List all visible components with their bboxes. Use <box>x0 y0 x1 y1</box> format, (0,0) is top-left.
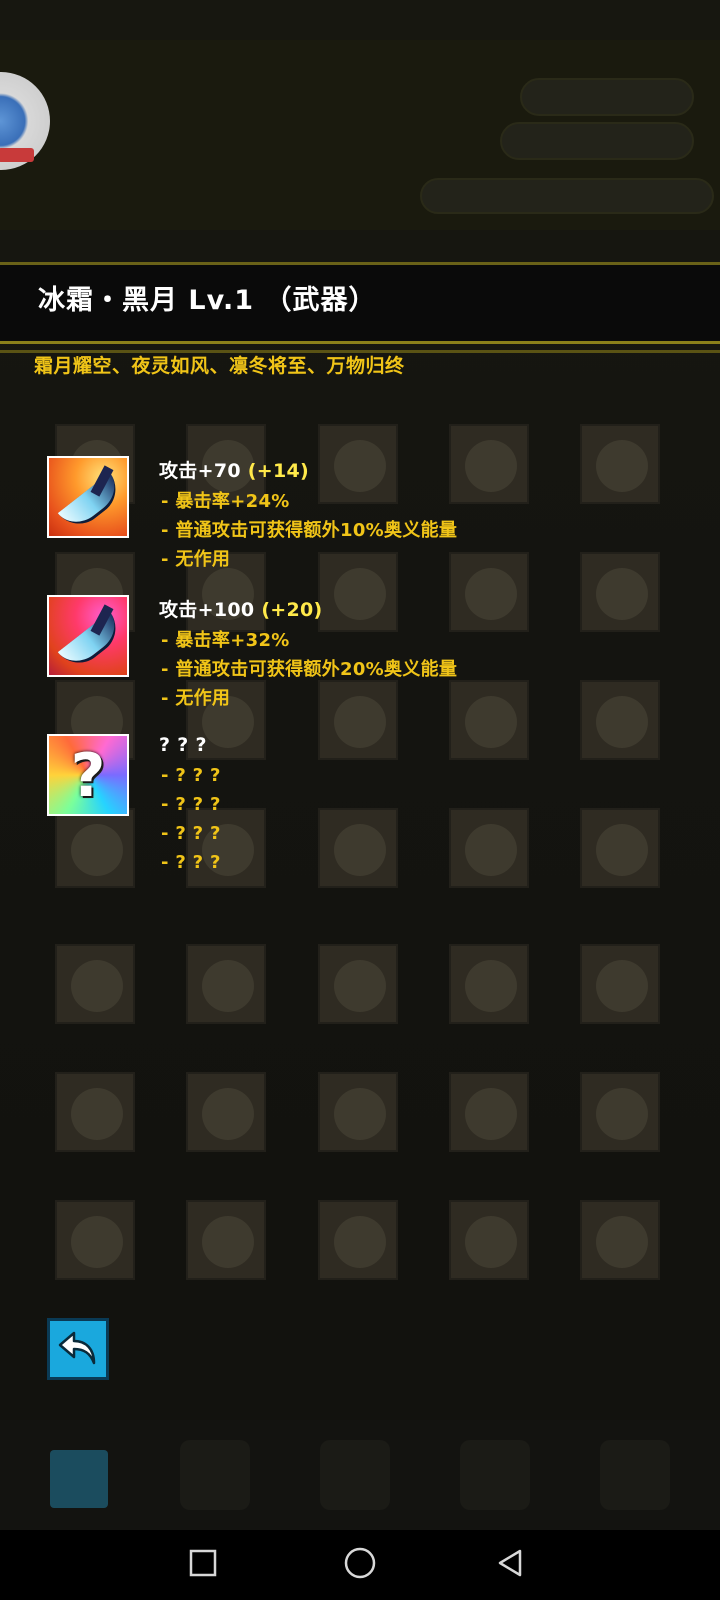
recent-apps-icon[interactable] <box>188 1548 218 1578</box>
back-nav-icon[interactable] <box>495 1548 525 1578</box>
frost-blade-icon <box>47 595 129 677</box>
tier-stat-line: - 暴击率+24% <box>161 491 290 512</box>
tier-stat-line: - 暴击率+32% <box>161 630 290 651</box>
item-flavor-text: 霜月耀空、夜灵如风、凛冬将至、万物归终 <box>34 355 405 377</box>
tier-attack-line: 攻击+100 (+20) <box>159 595 323 622</box>
avatar-badge <box>0 148 34 162</box>
tier-stat-line: - 无作用 <box>161 549 231 570</box>
background-currency-pill <box>520 78 694 116</box>
frost-blade-icon <box>47 456 129 538</box>
tier-stat-line: - 普通攻击可获得额外10%奥义能量 <box>161 520 458 541</box>
background-nav-slot <box>180 1440 250 1510</box>
back-arrow-icon <box>58 1331 96 1365</box>
attack-value: 攻击+70 <box>159 460 241 482</box>
attack-bonus: (+20) <box>261 599 323 621</box>
attack-value: ? ? ? <box>159 734 207 756</box>
tier-stat-line: - ? ? ? <box>161 852 221 873</box>
home-icon[interactable] <box>343 1546 377 1580</box>
tier-attack-line: 攻击+70 (+14) <box>159 456 309 483</box>
background-nav-slot <box>460 1440 530 1510</box>
unknown-item-icon: ? <box>47 734 129 816</box>
tier-stat-line: - 无作用 <box>161 688 231 709</box>
tier-attack-line: ? ? ? <box>159 734 207 756</box>
background-back-button <box>50 1450 108 1508</box>
background-nav-slot <box>600 1440 670 1510</box>
back-button[interactable] <box>47 1318 109 1380</box>
item-title: 冰霜・黑月 Lv.1 （武器） <box>38 285 377 316</box>
attack-bonus: (+14) <box>247 460 310 482</box>
tier-stat-line: - ? ? ? <box>161 823 221 844</box>
tier-stat-line: - ? ? ? <box>161 765 221 786</box>
tier-stat-line: - ? ? ? <box>161 794 221 815</box>
background-power-pill <box>420 178 714 214</box>
tier-stat-line: - 普通攻击可获得额外20%奥义能量 <box>161 659 458 680</box>
background-nav-slot <box>320 1440 390 1510</box>
attack-value: 攻击+100 <box>159 599 255 621</box>
background-currency-pill <box>500 122 694 160</box>
